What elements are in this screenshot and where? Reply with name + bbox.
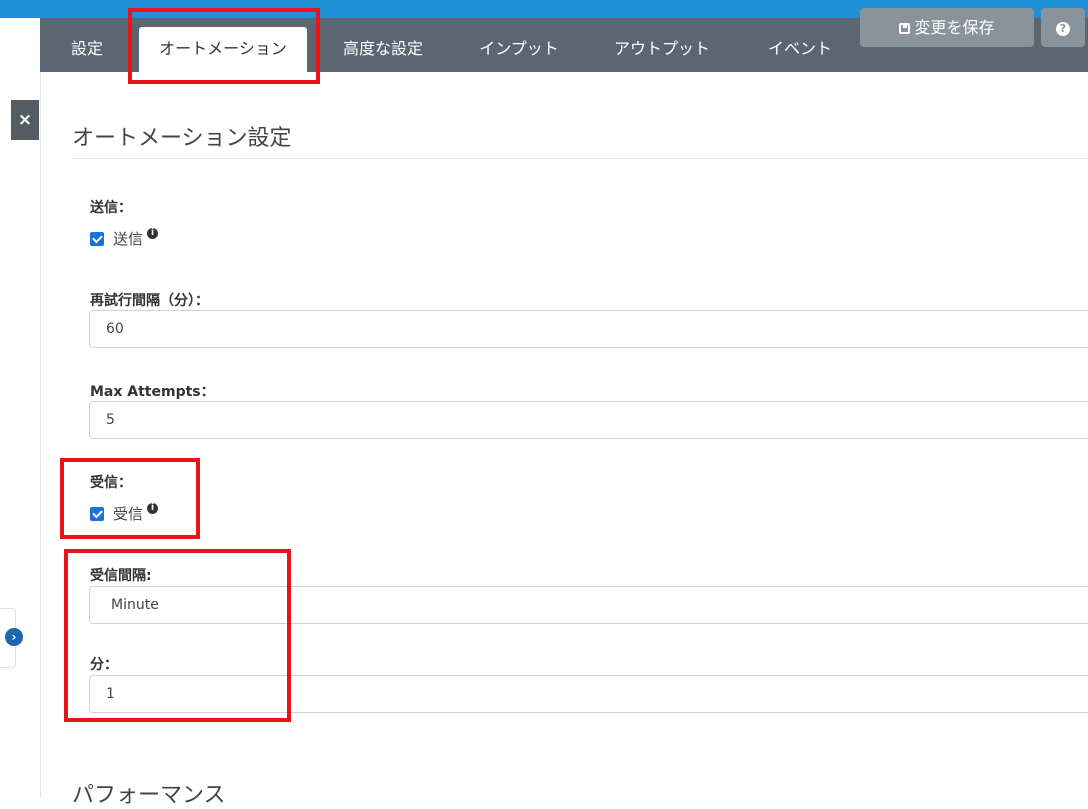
performance-section-title: パフォーマンス — [72, 783, 226, 808]
tab-automation[interactable]: オートメーション — [139, 27, 307, 72]
tab-events[interactable]: イベント — [758, 18, 842, 72]
max-attempts-input[interactable]: 5 — [89, 401, 1088, 439]
info-icon: i — [147, 228, 159, 239]
save-icon — [899, 23, 911, 34]
expand-panel-tab[interactable]: › — [0, 608, 23, 668]
close-icon: × — [17, 110, 33, 130]
info-icon: i — [147, 503, 159, 514]
minutes-label: 分： — [90, 657, 118, 673]
receive-label: 受信： — [90, 475, 132, 491]
receive-checkbox-row[interactable]: 受信 i — [90, 503, 159, 524]
minutes-input[interactable]: 1 — [89, 675, 1088, 713]
tab-advanced-settings[interactable]: 高度な設定 — [335, 18, 431, 72]
send-checkbox-row[interactable]: 送信 i — [90, 228, 159, 249]
retry-interval-label: 再試行間隔（分）： — [90, 293, 209, 309]
receive-interval-label: 受信間隔: — [90, 568, 152, 584]
section-divider — [72, 158, 1088, 159]
receive-checkbox-label: 受信 — [113, 505, 144, 523]
close-panel-button[interactable]: × — [11, 100, 39, 140]
section-title: オートメーション設定 — [72, 126, 292, 151]
chevron-right-icon[interactable]: › — [5, 628, 23, 646]
save-button-label: 変更を保存 — [914, 18, 995, 37]
max-attempts-label: Max Attempts： — [90, 384, 215, 400]
retry-interval-input[interactable]: 60 — [89, 310, 1088, 348]
help-button[interactable]: ? — [1041, 8, 1085, 47]
help-icon: ? — [1056, 22, 1070, 36]
send-checkbox[interactable] — [90, 231, 104, 246]
save-changes-button[interactable]: 変更を保存 — [860, 8, 1034, 47]
send-label: 送信： — [90, 200, 132, 216]
tab-settings[interactable]: 設定 — [60, 18, 114, 72]
receive-checkbox[interactable] — [90, 506, 104, 521]
highlight-box-receive — [60, 458, 200, 539]
tab-input[interactable]: インプット — [470, 18, 568, 72]
receive-interval-select[interactable]: Minute — [89, 586, 1088, 624]
tab-output[interactable]: アウトプット — [605, 18, 719, 72]
send-checkbox-label: 送信 — [113, 230, 144, 248]
